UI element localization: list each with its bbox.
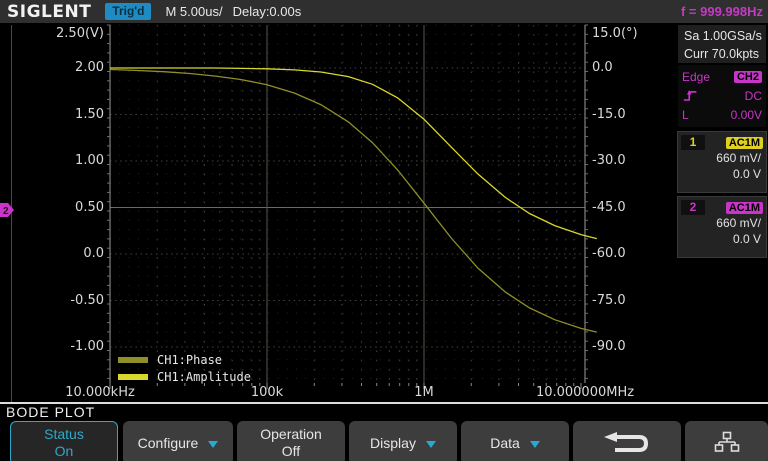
display-button[interactable]: Display: [349, 421, 457, 461]
trigger-info-box[interactable]: Edge CH2 DC L 0.00V: [678, 65, 766, 127]
right-axis-title: 15.0(°): [592, 26, 682, 42]
channel2-offset: 0.0 V: [678, 231, 766, 247]
status-button[interactable]: Status On: [10, 421, 118, 461]
operation-button-value: Off: [282, 443, 300, 460]
trigger-type: Edge: [682, 70, 710, 84]
footer-divider: [0, 402, 768, 404]
legend-label: CH1:Amplitude: [157, 370, 251, 384]
plot-legend: CH1:Phase CH1:Amplitude: [118, 351, 251, 385]
rising-edge-icon: [682, 88, 700, 103]
axis-tick-label: 1.00: [4, 153, 104, 169]
timebase-value: M 5.00us/: [165, 4, 222, 19]
channel1-coupling-badge: AC1M: [726, 137, 763, 149]
chevron-down-icon: [208, 441, 218, 448]
axis-tick-label: -60.0: [592, 246, 682, 262]
axis-tick-label: 2.00: [4, 60, 104, 76]
channel2-number: 2: [681, 200, 705, 215]
configure-button-label: Configure: [138, 435, 199, 452]
trigger-level-label: L: [682, 108, 689, 122]
channel1-offset: 0.0 V: [678, 166, 766, 182]
channel1-scale: 660 mV/: [678, 150, 766, 166]
axis-tick-label: -30.0: [592, 153, 682, 169]
axis-tick-label: 100k: [192, 385, 342, 401]
timebase-readout: M 5.00us/Delay:0.00s: [165, 4, 301, 19]
back-button[interactable]: [573, 421, 681, 461]
frequency-counter-readout: f = 999.998Hz: [681, 4, 763, 19]
legend-item-amplitude: CH1:Amplitude: [118, 368, 251, 385]
data-button[interactable]: Data: [461, 421, 569, 461]
menu-title: BODE PLOT: [6, 404, 95, 420]
network-button[interactable]: [685, 421, 768, 461]
axis-tick-label: 10.000000MHz: [510, 385, 660, 401]
chevron-down-icon: [530, 441, 540, 448]
chevron-down-icon: [426, 441, 436, 448]
network-icon: [714, 431, 740, 455]
siglent-logo: SIGLENT: [7, 2, 91, 22]
legend-label: CH1:Phase: [157, 353, 222, 367]
softkey-menu: Status On Configure Operation Off Displa…: [0, 421, 768, 461]
axis-tick-label: -90.0: [592, 339, 682, 355]
axis-tick-label: -15.0: [592, 107, 682, 123]
sample-rate: Sa 1.00GSa/s: [684, 27, 766, 45]
sidebar: Sa 1.00GSa/s Curr 70.0kpts Edge CH2 DC L…: [676, 23, 768, 403]
acquisition-info-box: Sa 1.00GSa/s Curr 70.0kpts: [678, 25, 766, 63]
axis-tick-label: 0.50: [4, 200, 104, 216]
channel1-number: 1: [681, 135, 705, 150]
operation-button[interactable]: Operation Off: [237, 421, 345, 461]
phase-color-swatch: [118, 357, 148, 363]
delay-value: Delay:0.00s: [233, 4, 302, 19]
axis-tick-label: -45.0: [592, 200, 682, 216]
channel2-scale: 660 mV/: [678, 215, 766, 231]
channel2-coupling-badge: AC1M: [726, 202, 763, 214]
channel1-info-box[interactable]: 1 AC1M 660 mV/ 0.0 V: [677, 131, 767, 193]
axis-tick-label: 1.50: [4, 107, 104, 123]
display-button-label: Display: [370, 435, 416, 452]
operation-button-label: Operation: [260, 426, 321, 443]
axis-tick-label: 0.0: [4, 246, 104, 262]
axis-tick-label: -1.00: [4, 339, 104, 355]
configure-button[interactable]: Configure: [123, 421, 233, 461]
return-icon: [601, 431, 653, 455]
trigger-status-badge: Trig'd: [105, 3, 151, 20]
trigger-level-marker[interactable]: 2: [0, 202, 16, 218]
memory-depth: Curr 70.0kpts: [684, 45, 766, 63]
data-button-label: Data: [490, 435, 520, 452]
top-bar: SIGLENT Trig'd M 5.00us/Delay:0.00s f = …: [0, 0, 768, 23]
channel2-info-box[interactable]: 2 AC1M 660 mV/ 0.0 V: [677, 196, 767, 258]
trigger-source-badge: CH2: [734, 71, 762, 83]
axis-tick-label: 10.000kHz: [25, 385, 175, 401]
left-axis-title: 2.50(V): [4, 26, 104, 42]
axis-tick-label: -0.50: [4, 293, 104, 309]
oscilloscope-screen: SIGLENT Trig'd M 5.00us/Delay:0.00s f = …: [0, 0, 768, 461]
status-button-label: Status: [44, 426, 84, 443]
axis-tick-label: 0.0: [592, 60, 682, 76]
axis-tick-label: -75.0: [592, 293, 682, 309]
legend-item-phase: CH1:Phase: [118, 351, 251, 368]
trigger-marker-channel: 2: [3, 206, 9, 217]
trigger-level-value: 0.00V: [731, 108, 762, 122]
amplitude-color-swatch: [118, 374, 148, 380]
trigger-coupling: DC: [745, 89, 762, 103]
axis-tick-label: 1M: [349, 385, 499, 401]
status-button-value: On: [55, 443, 74, 460]
